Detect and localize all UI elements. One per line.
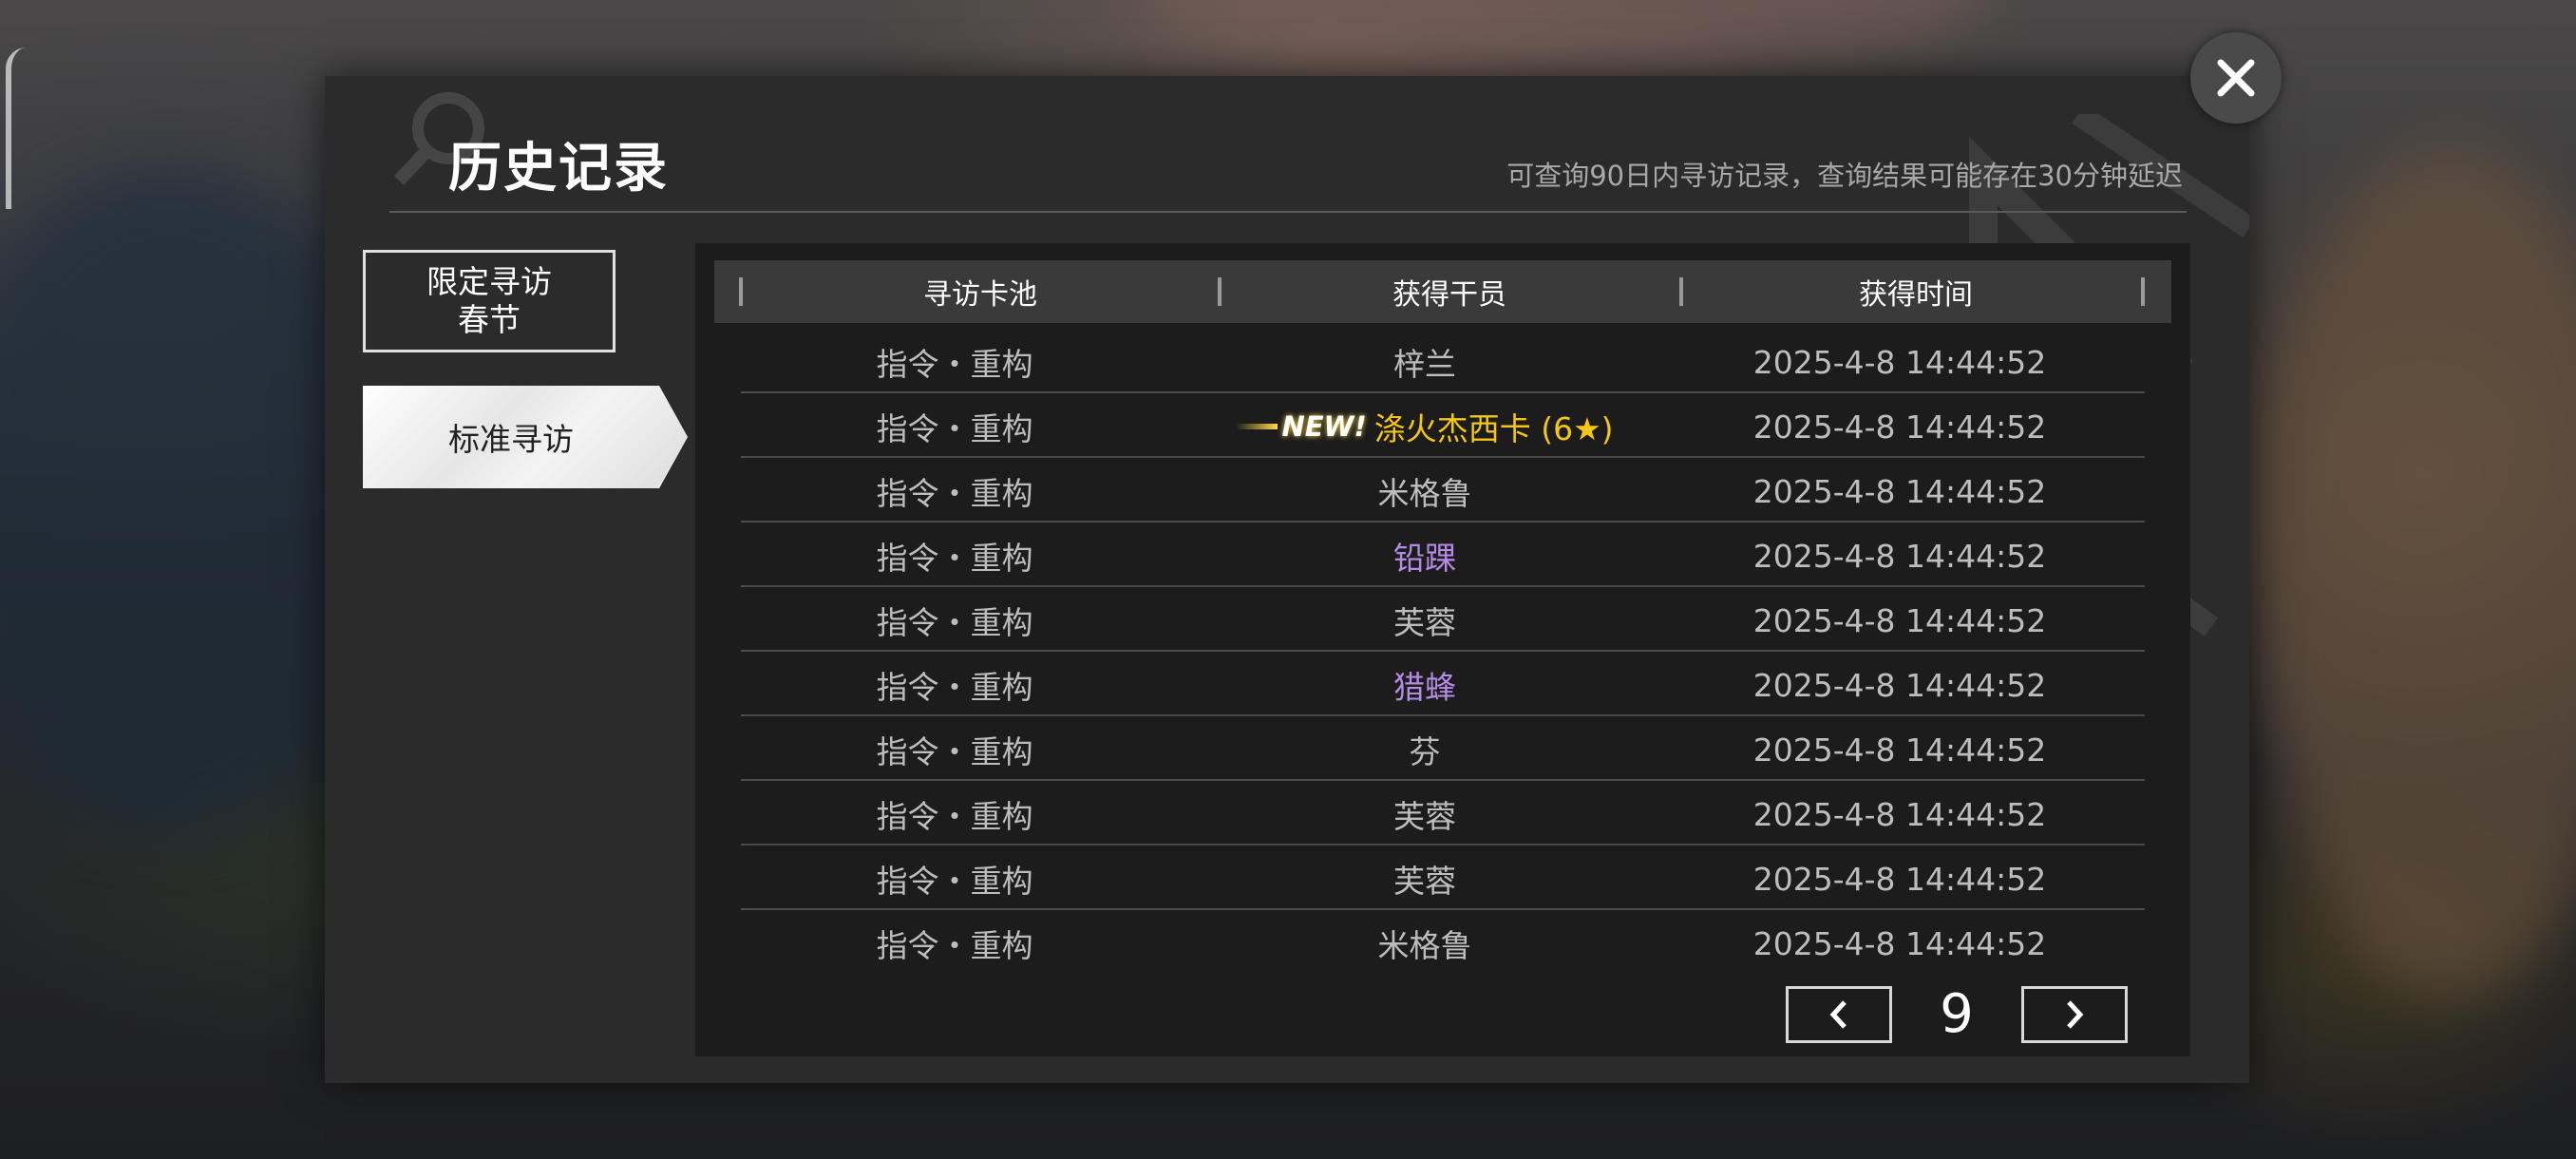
pool-cell: 指令・重构 (876, 410, 1033, 447)
table-row: 指令・重构 NEW! 涤火杰西卡 (6★) 2025-4-8 14:44:52 (741, 395, 2145, 458)
divider (389, 211, 2187, 213)
tab-standard-headhunting[interactable]: 标准寻访 (363, 386, 688, 488)
chevron-left-icon (1829, 1000, 1847, 1029)
pool-cell: 指令・重构 (876, 798, 1033, 835)
chevron-right-icon (2067, 1000, 2084, 1029)
operator-name: 猎蜂 (1393, 669, 1456, 706)
table-row: 指令・重构 猎蜂 2025-4-8 14:44:52 (741, 654, 2145, 716)
tab-label: 限定寻访 (426, 263, 552, 300)
table-header: 寻访卡池 获得干员 获得时间 (714, 260, 2171, 323)
time-cell: 2025-4-8 14:44:52 (1752, 666, 2047, 704)
row-divider (741, 714, 2145, 716)
pool-cell: 指令・重构 (876, 604, 1033, 641)
row-divider (741, 521, 2145, 522)
table-row: 指令・重构 铅踝 2025-4-8 14:44:52 (741, 524, 2145, 587)
pool-cell: 指令・重构 (876, 540, 1033, 577)
operator-name: 芙蓉 (1393, 798, 1456, 835)
row-divider (741, 391, 2145, 393)
previous-page-button[interactable] (1786, 986, 1892, 1043)
tab-limited-headhunting[interactable]: 限定寻访 春节 (363, 250, 616, 352)
tab-label: 标准寻访 (448, 421, 574, 458)
close-button[interactable] (2190, 32, 2282, 124)
column-header-time: 获得时间 (1859, 278, 1973, 312)
next-page-button[interactable] (2021, 986, 2128, 1043)
operator-cell: 米格鲁 (1197, 912, 1653, 975)
table-row: 指令・重构 芙蓉 2025-4-8 14:44:52 (741, 783, 2145, 846)
row-divider (741, 908, 2145, 910)
time-cell: 2025-4-8 14:44:52 (1752, 601, 2047, 639)
table-row: 指令・重构 米格鲁 2025-4-8 14:44:52 (741, 912, 2145, 975)
operator-name: 芙蓉 (1393, 604, 1456, 641)
operator-cell: 铅踝 (1197, 524, 1653, 587)
row-divider (741, 650, 2145, 652)
pool-cell: 指令・重构 (876, 927, 1033, 964)
operator-cell: 猎蜂 (1197, 654, 1653, 716)
time-cell: 2025-4-8 14:44:52 (1752, 472, 2047, 510)
table-row: 指令・重构 芙蓉 2025-4-8 14:44:52 (741, 589, 2145, 652)
badge-streak (1236, 424, 1279, 429)
time-cell: 2025-4-8 14:44:52 (1752, 795, 2047, 833)
operator-name: 米格鲁 (1377, 927, 1472, 964)
operator-name: 芬 (1409, 733, 1441, 770)
table-row: 指令・重构 梓兰 2025-4-8 14:44:52 (741, 331, 2145, 393)
history-modal: 历史记录 可查询90日内寻访记录，查询结果可能存在30分钟延迟 限定寻访 春节 … (325, 76, 2249, 1083)
time-cell: 2025-4-8 14:44:52 (1752, 924, 2047, 962)
operator-name: 涤火杰西卡 (6★) (1373, 410, 1614, 447)
column-header-pool: 寻访卡池 (923, 278, 1037, 312)
pool-cell: 指令・重构 (876, 669, 1033, 706)
row-divider (741, 779, 2145, 781)
table-row: 指令・重构 芬 2025-4-8 14:44:52 (741, 718, 2145, 781)
row-divider (741, 585, 2145, 587)
table-row: 指令・重构 米格鲁 2025-4-8 14:44:52 (741, 460, 2145, 522)
time-cell: 2025-4-8 14:44:52 (1752, 408, 2047, 446)
records-table: 寻访卡池 获得干员 获得时间 指令・重构 梓兰 2025-4-8 14:44:52 指… (695, 243, 2190, 1056)
row-divider (741, 844, 2145, 846)
operator-cell: 芙蓉 (1197, 783, 1653, 846)
operator-cell: 芬 (1197, 718, 1653, 781)
edge-handle (6, 48, 27, 209)
pool-cell: 指令・重构 (876, 863, 1033, 900)
operator-name: 梓兰 (1393, 346, 1456, 383)
time-cell: 2025-4-8 14:44:52 (1752, 343, 2047, 381)
tab-label: 春节 (458, 301, 521, 338)
operator-cell: 芙蓉 (1197, 589, 1653, 652)
time-cell: 2025-4-8 14:44:52 (1752, 537, 2047, 575)
operator-cell: 芙蓉 (1197, 847, 1653, 910)
pool-cell: 指令・重构 (876, 346, 1033, 383)
background-blur (1140, 0, 1995, 76)
time-cell: 2025-4-8 14:44:52 (1752, 860, 2047, 898)
operator-cell: 梓兰 (1197, 331, 1653, 393)
operator-name: 米格鲁 (1377, 475, 1472, 512)
operator-cell: 米格鲁 (1197, 460, 1653, 522)
row-divider (741, 456, 2145, 458)
table-row: 指令・重构 芙蓉 2025-4-8 14:44:52 (741, 847, 2145, 910)
operator-cell: NEW! 涤火杰西卡 (6★) (1197, 395, 1653, 458)
time-cell: 2025-4-8 14:44:52 (1752, 731, 2047, 769)
pool-cell: 指令・重构 (876, 733, 1033, 770)
new-badge: NEW! (1236, 410, 1367, 443)
background-blur (2261, 142, 2576, 998)
pool-cell: 指令・重构 (876, 475, 1033, 512)
close-icon (2217, 59, 2255, 97)
game-screen: 历史记录 可查询90日内寻访记录，查询结果可能存在30分钟延迟 限定寻访 春节 … (0, 0, 2576, 1159)
page-title: 历史记录 (448, 138, 669, 200)
operator-name: 铅踝 (1393, 540, 1456, 577)
column-header-operator: 获得干员 (1392, 278, 1506, 312)
query-note: 可查询90日内寻访记录，查询结果可能存在30分钟延迟 (1506, 160, 2183, 192)
page-number: 9 (1940, 982, 1974, 1045)
column-separator (2141, 277, 2145, 306)
operator-name: 芙蓉 (1393, 863, 1456, 900)
new-badge-label: NEW! (1281, 410, 1367, 443)
